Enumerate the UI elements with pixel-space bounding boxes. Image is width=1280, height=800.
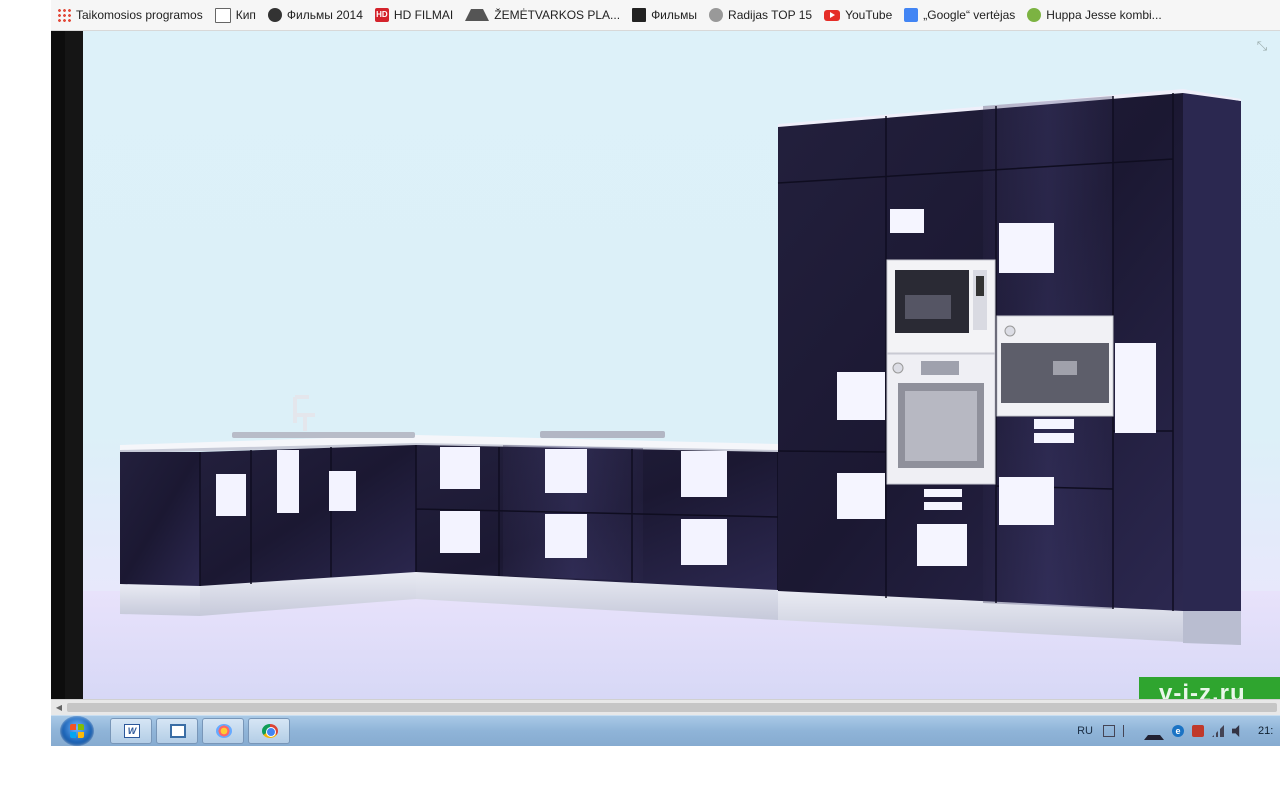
- left-dark-strip: [51, 31, 83, 699]
- system-tray: RU e 21:: [1077, 716, 1280, 746]
- network-signal-icon[interactable]: [1212, 725, 1224, 737]
- taskbar-chrome-button[interactable]: [248, 718, 290, 744]
- bookmark-label: Кип: [235, 8, 256, 22]
- bookmark-filmy[interactable]: Фильмы: [632, 4, 697, 26]
- bookmark-label: Huppa Jesse kombi...: [1046, 8, 1162, 22]
- google-translate-icon: [904, 8, 919, 22]
- bookmark-hd-filmai[interactable]: HD HD FILMAI: [374, 4, 454, 26]
- watermark: v-i-z.ru: [1139, 677, 1280, 701]
- bookmark-youtube[interactable]: YouTube: [824, 4, 892, 26]
- tall-unit-side: [1183, 91, 1241, 611]
- taskbar-window-button[interactable]: [156, 718, 198, 744]
- bookmark-kip[interactable]: Кип: [214, 4, 256, 26]
- hob: [540, 431, 665, 438]
- plinth-left: [120, 584, 200, 616]
- window-icon: [170, 724, 186, 738]
- bookmark-label: Taikomosios programos: [76, 8, 203, 22]
- apps-grid-icon: [57, 8, 71, 22]
- lower-cabinet-left: [120, 452, 200, 586]
- scroll-left-arrow-icon[interactable]: ◀: [53, 702, 65, 714]
- scrollbar-thumb[interactable]: [67, 703, 1277, 712]
- volume-icon[interactable]: [1232, 725, 1240, 737]
- bookmark-label: ŽEMĖTVARKOS PLA...: [494, 8, 621, 22]
- bookmark-radijas[interactable]: Radijas TOP 15: [709, 4, 812, 26]
- tv-icon: [632, 8, 647, 22]
- keyboard-icon[interactable]: [1103, 725, 1115, 737]
- bookmark-label: HD FILMAI: [393, 8, 454, 22]
- radio-icon: [709, 8, 724, 22]
- clock[interactable]: 21:: [1258, 725, 1280, 737]
- bookmarks-bar: Taikomosios programos Кип Фильмы 2014 HD…: [51, 0, 1280, 31]
- bookmark-apps[interactable]: Taikomosios programos: [57, 4, 203, 26]
- word-icon: W: [124, 724, 140, 738]
- chrome-icon: [262, 724, 278, 738]
- windows-taskbar: W RU e 21:: [51, 715, 1280, 746]
- kitchen-illustration: [120, 89, 1241, 645]
- bookmark-label: YouTube: [845, 8, 893, 22]
- faucet: [293, 395, 315, 431]
- triangle-icon: [465, 9, 490, 21]
- horizontal-scrollbar[interactable]: ◀: [51, 699, 1280, 715]
- film-reel-icon: [267, 8, 282, 22]
- hd-icon: HD: [374, 8, 389, 22]
- plinth-tall-side: [1183, 611, 1241, 645]
- bookmark-label: Фильмы: [651, 8, 698, 22]
- show-hidden-icons-icon[interactable]: [1144, 723, 1164, 740]
- youtube-icon: [824, 9, 841, 21]
- kitchen-render-image: ⤡: [83, 31, 1280, 699]
- bookmark-zemetvarkos[interactable]: ŽEMĖTVARKOS PLA...: [465, 4, 620, 26]
- bookmark-label: „Google“ vertėjas: [923, 8, 1016, 22]
- bookmark-huppa[interactable]: Huppa Jesse kombi...: [1027, 4, 1162, 26]
- fullscreen-exit-icon[interactable]: ⤡: [1254, 38, 1270, 54]
- huppa-icon: [1027, 8, 1042, 22]
- e-app-icon[interactable]: e: [1172, 725, 1184, 737]
- bookmark-label: Radijas TOP 15: [728, 8, 813, 22]
- taskbar-paint-button[interactable]: [202, 718, 244, 744]
- language-indicator[interactable]: RU: [1077, 725, 1093, 737]
- bookmark-label: Фильмы 2014: [286, 8, 363, 22]
- pen-input-icon[interactable]: [1123, 725, 1136, 737]
- security-shield-icon[interactable]: [1192, 725, 1204, 737]
- start-button[interactable]: [60, 716, 94, 746]
- bookmark-filmy-2014[interactable]: Фильмы 2014: [267, 4, 363, 26]
- bookmark-google-translate[interactable]: „Google“ vertėjas: [904, 4, 1015, 26]
- taskbar-word-button[interactable]: W: [110, 718, 152, 744]
- paint-icon: [216, 724, 232, 738]
- sink: [232, 432, 415, 438]
- document-icon: [214, 7, 231, 23]
